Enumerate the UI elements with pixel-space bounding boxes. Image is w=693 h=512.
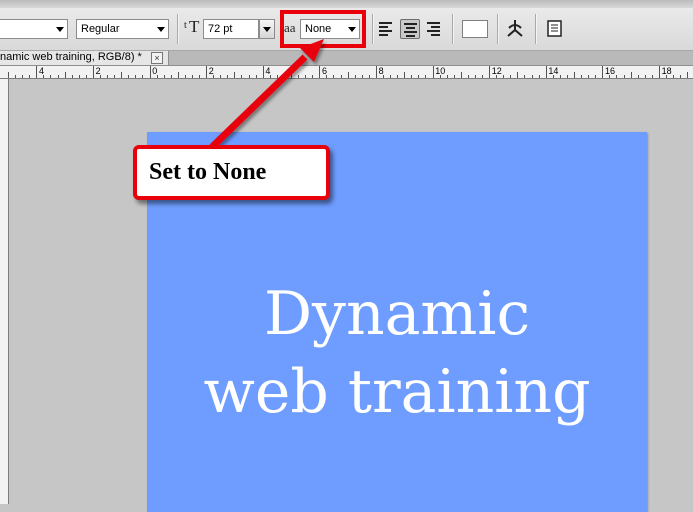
annotation-arrow — [209, 39, 324, 150]
callout-text: Set to None — [149, 159, 267, 185]
callout-box: Set to None — [133, 145, 330, 200]
